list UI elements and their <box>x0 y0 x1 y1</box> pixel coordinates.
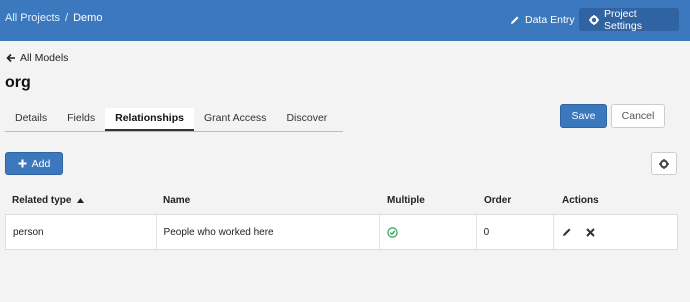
data-entry-button[interactable]: Data Entry <box>500 8 585 31</box>
table-row: person People who worked here 0 <box>5 214 678 250</box>
project-settings-label: Project Settings <box>604 7 642 32</box>
gear-icon <box>589 14 599 25</box>
breadcrumb: All Projects / Demo <box>5 12 102 24</box>
breadcrumb-current-project[interactable]: Demo <box>73 12 102 24</box>
project-settings-button[interactable]: Project Settings <box>579 7 679 32</box>
arrow-left-icon <box>6 53 16 63</box>
relationships-table: Related type Name Multiple Order Actions… <box>5 186 678 250</box>
header-related-type[interactable]: Related type <box>5 186 156 214</box>
model-tabs: Details Fields Relationships Grant Acces… <box>5 108 343 132</box>
cell-order: 0 <box>477 215 555 249</box>
cell-actions <box>554 215 677 249</box>
cell-related-type: person <box>6 215 157 249</box>
table-header: Related type Name Multiple Order Actions <box>5 186 678 214</box>
plus-icon <box>18 159 27 168</box>
save-button[interactable]: Save <box>560 104 607 128</box>
cell-name: People who worked here <box>157 215 380 249</box>
table-settings-button[interactable] <box>651 152 677 175</box>
data-entry-label: Data Entry <box>525 13 575 26</box>
sort-up-icon <box>77 197 85 203</box>
add-relationship-button[interactable]: Add <box>5 152 63 175</box>
pencil-icon <box>510 15 520 25</box>
delete-icon[interactable] <box>586 227 596 237</box>
top-navbar: All Projects / Demo Data Entry Project S… <box>0 0 690 41</box>
header-name[interactable]: Name <box>156 186 380 214</box>
page-title: org <box>5 74 31 91</box>
tab-details[interactable]: Details <box>5 108 57 131</box>
cell-multiple <box>380 215 477 249</box>
tab-fields[interactable]: Fields <box>57 108 105 131</box>
tab-relationships[interactable]: Relationships <box>105 108 194 131</box>
breadcrumb-separator: / <box>65 12 69 24</box>
tab-discover[interactable]: Discover <box>276 108 337 131</box>
header-related-type-label: Related type <box>12 194 72 206</box>
gear-icon <box>659 158 669 169</box>
tab-grant-access[interactable]: Grant Access <box>194 108 276 131</box>
check-circle-icon <box>387 226 398 238</box>
header-actions: Actions <box>562 194 599 206</box>
back-to-models-label: All Models <box>20 52 69 64</box>
header-order[interactable]: Order <box>477 186 555 214</box>
add-label: Add <box>31 157 51 170</box>
breadcrumb-all-projects[interactable]: All Projects <box>5 12 60 24</box>
back-to-models-link[interactable]: All Models <box>6 52 68 64</box>
header-multiple[interactable]: Multiple <box>380 186 477 214</box>
edit-icon[interactable] <box>562 227 572 237</box>
cancel-button[interactable]: Cancel <box>611 104 665 128</box>
